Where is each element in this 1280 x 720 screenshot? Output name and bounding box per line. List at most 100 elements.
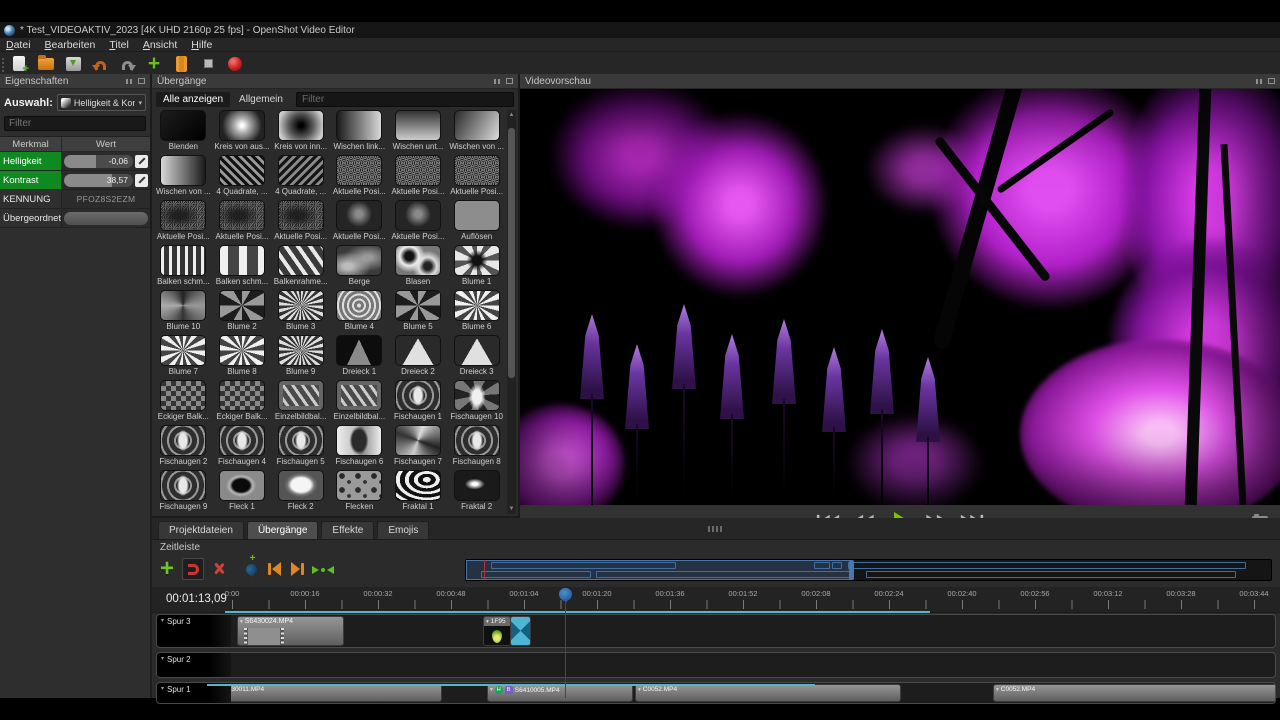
transition-item[interactable]: Fischaugen 4 xyxy=(213,425,272,470)
transition-item[interactable]: Aktuelle Posi... xyxy=(154,200,213,245)
dock-tab[interactable]: Emojis xyxy=(377,521,429,539)
properties-filter-input[interactable] xyxy=(4,116,146,131)
float-panel-icon[interactable] xyxy=(1256,79,1264,84)
transition-item[interactable]: Fischaugen 10 xyxy=(447,380,506,425)
transition-item[interactable]: Wischen von ... xyxy=(154,155,213,200)
timeline-clip[interactable] xyxy=(510,616,531,646)
transition-item[interactable]: Balken schm... xyxy=(213,245,272,290)
timeline-clip[interactable]: ▾ S6430024.MP4 xyxy=(237,616,344,646)
property-row[interactable]: Übergeordnet xyxy=(0,209,150,228)
transition-item[interactable]: Einzelbildbal... xyxy=(330,380,389,425)
transition-item[interactable]: Fischaugen 9 xyxy=(154,470,213,514)
transition-item[interactable]: Berge xyxy=(330,245,389,290)
overview-viewport[interactable] xyxy=(466,560,851,580)
transitions-filter-tab[interactable]: Alle anzeigen xyxy=(156,92,230,107)
value-slider[interactable]: -0,06 xyxy=(64,155,133,168)
save-project-button[interactable] xyxy=(64,55,82,73)
menu-item[interactable]: Ansicht xyxy=(143,39,177,51)
transition-item[interactable]: Aktuelle Posi... xyxy=(447,155,506,200)
effect-badge-b[interactable]: B xyxy=(505,686,513,694)
transition-item[interactable]: Blume 4 xyxy=(330,290,389,335)
transition-item[interactable]: Blume 5 xyxy=(389,290,448,335)
dock-tab[interactable]: Projektdateien xyxy=(158,521,244,539)
transition-item[interactable]: Fischaugen 7 xyxy=(389,425,448,470)
track-label[interactable]: ▾ Spur 3 xyxy=(157,615,231,647)
transition-item[interactable]: Dreieck 2 xyxy=(389,335,448,380)
transitions-filter-tab[interactable]: Allgemein xyxy=(232,92,290,107)
float-panel-icon[interactable] xyxy=(494,79,502,84)
timeline-clip[interactable]: ▾ H B S6410005.MP4 xyxy=(487,684,633,702)
razor-tool-button[interactable] xyxy=(208,558,230,580)
property-row[interactable]: Kontrast 38,57 xyxy=(0,171,150,190)
transition-item[interactable]: Blume 1 xyxy=(447,245,506,290)
transition-item[interactable]: Auflösen xyxy=(447,200,506,245)
toolbar-drag-handle[interactable] xyxy=(2,56,4,72)
property-row[interactable]: KENNUNG PFOZ8S2EZM xyxy=(0,190,150,209)
timeline-clip[interactable]: ▾ 1F95 xyxy=(483,616,511,646)
timeline-ruler[interactable]: 00:01:13,09 0:0000:00:1600:00:3200:00:48… xyxy=(152,587,1280,613)
menu-item[interactable]: Bearbeiten xyxy=(45,39,96,51)
close-panel-icon[interactable] xyxy=(138,78,145,84)
transition-item[interactable]: Dreieck 1 xyxy=(330,335,389,380)
transition-item[interactable]: Einzelbildbal... xyxy=(271,380,330,425)
transition-item[interactable]: Dreieck 3 xyxy=(447,335,506,380)
menu-item[interactable]: Hilfe xyxy=(191,39,212,51)
transition-item[interactable]: Fraktal 2 xyxy=(447,470,506,514)
undo-button[interactable] xyxy=(91,55,109,73)
redo-button[interactable] xyxy=(118,55,136,73)
previous-marker-button[interactable] xyxy=(264,558,286,580)
fullscreen-button[interactable] xyxy=(199,55,217,73)
transitions-scrollbar[interactable]: ▲ ▼ xyxy=(507,110,516,514)
transition-item[interactable]: Fleck 1 xyxy=(213,470,272,514)
transitions-filter-input[interactable] xyxy=(296,92,514,107)
menu-item[interactable]: Titel xyxy=(109,39,128,51)
transition-item[interactable]: Fleck 2 xyxy=(271,470,330,514)
transition-item[interactable]: Eckiger Balk... xyxy=(154,380,213,425)
import-files-button[interactable]: + xyxy=(145,55,163,73)
transition-item[interactable]: Blenden xyxy=(154,110,213,155)
add-track-button[interactable]: + xyxy=(156,558,178,580)
transition-item[interactable]: Fischaugen 6 xyxy=(330,425,389,470)
empty-value-pill[interactable] xyxy=(64,212,148,225)
menu-item[interactable]: Datei xyxy=(6,39,31,51)
transition-item[interactable]: Fischaugen 8 xyxy=(447,425,506,470)
transition-item[interactable]: Blume 8 xyxy=(213,335,272,380)
float-panel-icon[interactable] xyxy=(126,79,134,84)
clip-menu-icon[interactable]: ▾ xyxy=(996,687,999,693)
transition-item[interactable]: Flecken xyxy=(330,470,389,514)
transition-item[interactable]: Wischen link... xyxy=(330,110,389,155)
transition-item[interactable]: Blume 2 xyxy=(213,290,272,335)
transition-item[interactable]: Fraktal 1 xyxy=(389,470,448,514)
transition-item[interactable]: Fischaugen 2 xyxy=(154,425,213,470)
transition-item[interactable]: Kreis von aus... xyxy=(213,110,272,155)
transition-item[interactable]: 4 Quadrate, ... xyxy=(271,155,330,200)
clip-menu-icon[interactable]: ▾ xyxy=(240,619,243,625)
clip-menu-icon[interactable]: ▾ xyxy=(638,687,641,693)
timeline-clip[interactable]: ▾ C0052.MP4 xyxy=(993,684,1276,702)
open-project-button[interactable] xyxy=(37,55,55,73)
transition-item[interactable]: Wischen unt... xyxy=(389,110,448,155)
edit-value-button[interactable] xyxy=(135,174,148,187)
selection-dropdown[interactable]: Helligkeit & Kontrast ▾ xyxy=(57,94,146,111)
transition-item[interactable]: Aktuelle Posi... xyxy=(271,200,330,245)
transition-item[interactable]: Blasen xyxy=(389,245,448,290)
transition-item[interactable]: Blume 10 xyxy=(154,290,213,335)
transition-item[interactable]: Aktuelle Posi... xyxy=(389,155,448,200)
transition-item[interactable]: Kreis von inn... xyxy=(271,110,330,155)
timeline-clip[interactable]: ▾ C0052.MP4 xyxy=(635,684,901,702)
transition-item[interactable]: Aktuelle Posi... xyxy=(330,200,389,245)
overview-zoom-handle[interactable] xyxy=(849,560,854,580)
edit-value-button[interactable] xyxy=(135,155,148,168)
scroll-up-icon[interactable]: ▲ xyxy=(509,112,515,118)
value-slider[interactable]: 38,57 xyxy=(64,174,133,187)
export-video-button[interactable] xyxy=(226,55,244,73)
effect-badge-h[interactable]: H xyxy=(495,686,503,694)
transition-item[interactable]: Blume 3 xyxy=(271,290,330,335)
track-label[interactable]: ▾ Spur 2 xyxy=(157,653,231,677)
timeline-overview-slider[interactable] xyxy=(465,559,1272,581)
transition-item[interactable]: 4 Quadrate, ... xyxy=(213,155,272,200)
transition-item[interactable]: Blume 9 xyxy=(271,335,330,380)
close-panel-icon[interactable] xyxy=(506,78,513,84)
add-marker-button[interactable] xyxy=(240,558,262,580)
close-panel-icon[interactable] xyxy=(1268,78,1275,84)
